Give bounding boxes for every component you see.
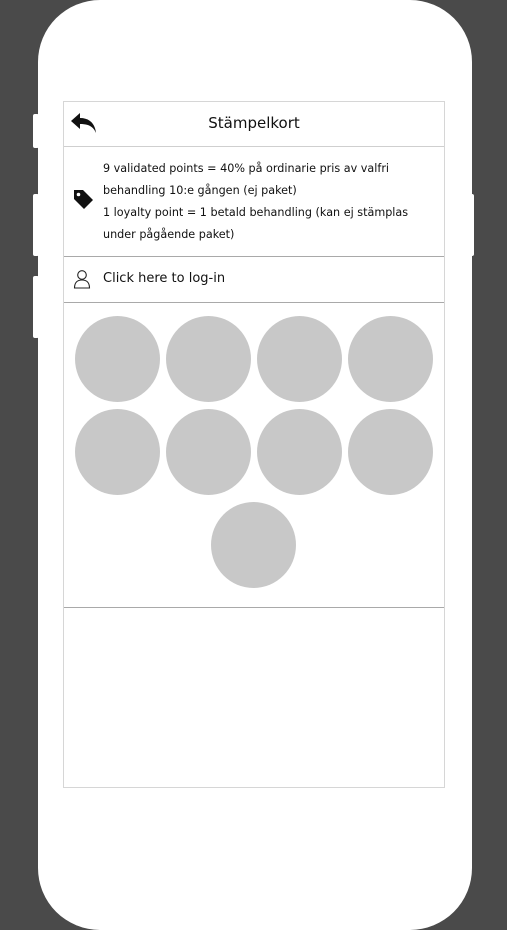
side-button-left-top [33,114,39,148]
side-button-right [468,194,474,256]
stamp-slot [257,316,342,402]
user-icon [73,270,91,289]
page-title: Stämpelkort [208,114,300,132]
stamp-slot [211,502,296,588]
stamp-slot [348,316,433,402]
stamp-slot [257,409,342,495]
app-screen: Stämpelkort 9 validated points = 40% på … [63,101,445,788]
header-bar: Stämpelkort [64,102,444,147]
info-line-validated-points: 9 validated points = 40% på ordinarie pr… [103,162,390,197]
stamp-slot [75,409,160,495]
login-row[interactable]: Click here to log-in [64,257,444,303]
loyalty-info: 9 validated points = 40% på ordinarie pr… [64,146,444,257]
stamp-slot [166,409,251,495]
stamp-slot [75,316,160,402]
info-text: 9 validated points = 40% på ordinarie pr… [103,158,438,246]
side-button-left-low [33,276,39,338]
stamp-grid [64,303,444,608]
stamp-slot [166,316,251,402]
tag-icon [74,190,93,209]
info-line-loyalty-point: 1 loyalty point = 1 betald behandling (k… [103,206,409,241]
stamp-slot [348,409,433,495]
login-label[interactable]: Click here to log-in [103,271,225,286]
side-button-left-mid [33,194,39,256]
